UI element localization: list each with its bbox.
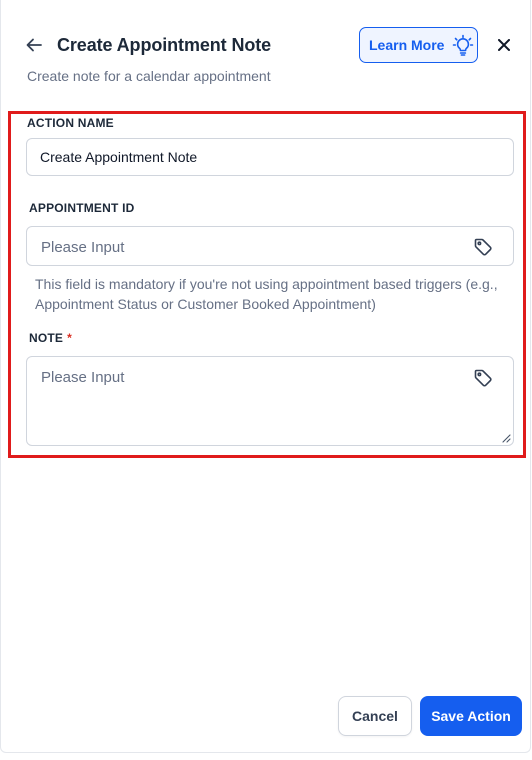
note-label: NOTE * (29, 331, 72, 345)
appointment-id-helper: This field is mandatory if you're not us… (35, 276, 498, 312)
tag-icon[interactable] (472, 367, 494, 389)
panel-header: Create Appointment Note Create note for … (1, 0, 530, 100)
learn-more-button[interactable]: Learn More (359, 27, 478, 63)
page-title: Create Appointment Note (57, 35, 272, 55)
lightbulb-icon (453, 34, 474, 56)
learn-more-label: Learn More (369, 37, 445, 53)
action-name-input[interactable] (26, 138, 514, 176)
back-button[interactable] (23, 34, 45, 56)
appointment-id-input[interactable] (41, 237, 461, 257)
appointment-id-field (26, 226, 514, 266)
action-panel: Create Appointment Note Create note for … (0, 0, 531, 753)
resize-handle-icon[interactable] (501, 433, 511, 443)
note-label-text: NOTE (29, 331, 64, 345)
note-field (26, 356, 514, 446)
page-subtitle: Create note for a calendar appointment (27, 68, 271, 84)
note-textarea[interactable] (41, 369, 461, 435)
cancel-button[interactable]: Cancel (338, 696, 412, 736)
close-button[interactable] (493, 34, 515, 56)
save-action-button[interactable]: Save Action (420, 696, 522, 736)
required-asterisk: * (67, 331, 73, 345)
tag-icon[interactable] (472, 236, 494, 258)
action-name-label: ACTION NAME (27, 116, 114, 130)
arrow-left-icon (26, 38, 42, 52)
close-icon (498, 39, 510, 51)
appointment-id-label: APPOINTMENT ID (29, 201, 135, 215)
